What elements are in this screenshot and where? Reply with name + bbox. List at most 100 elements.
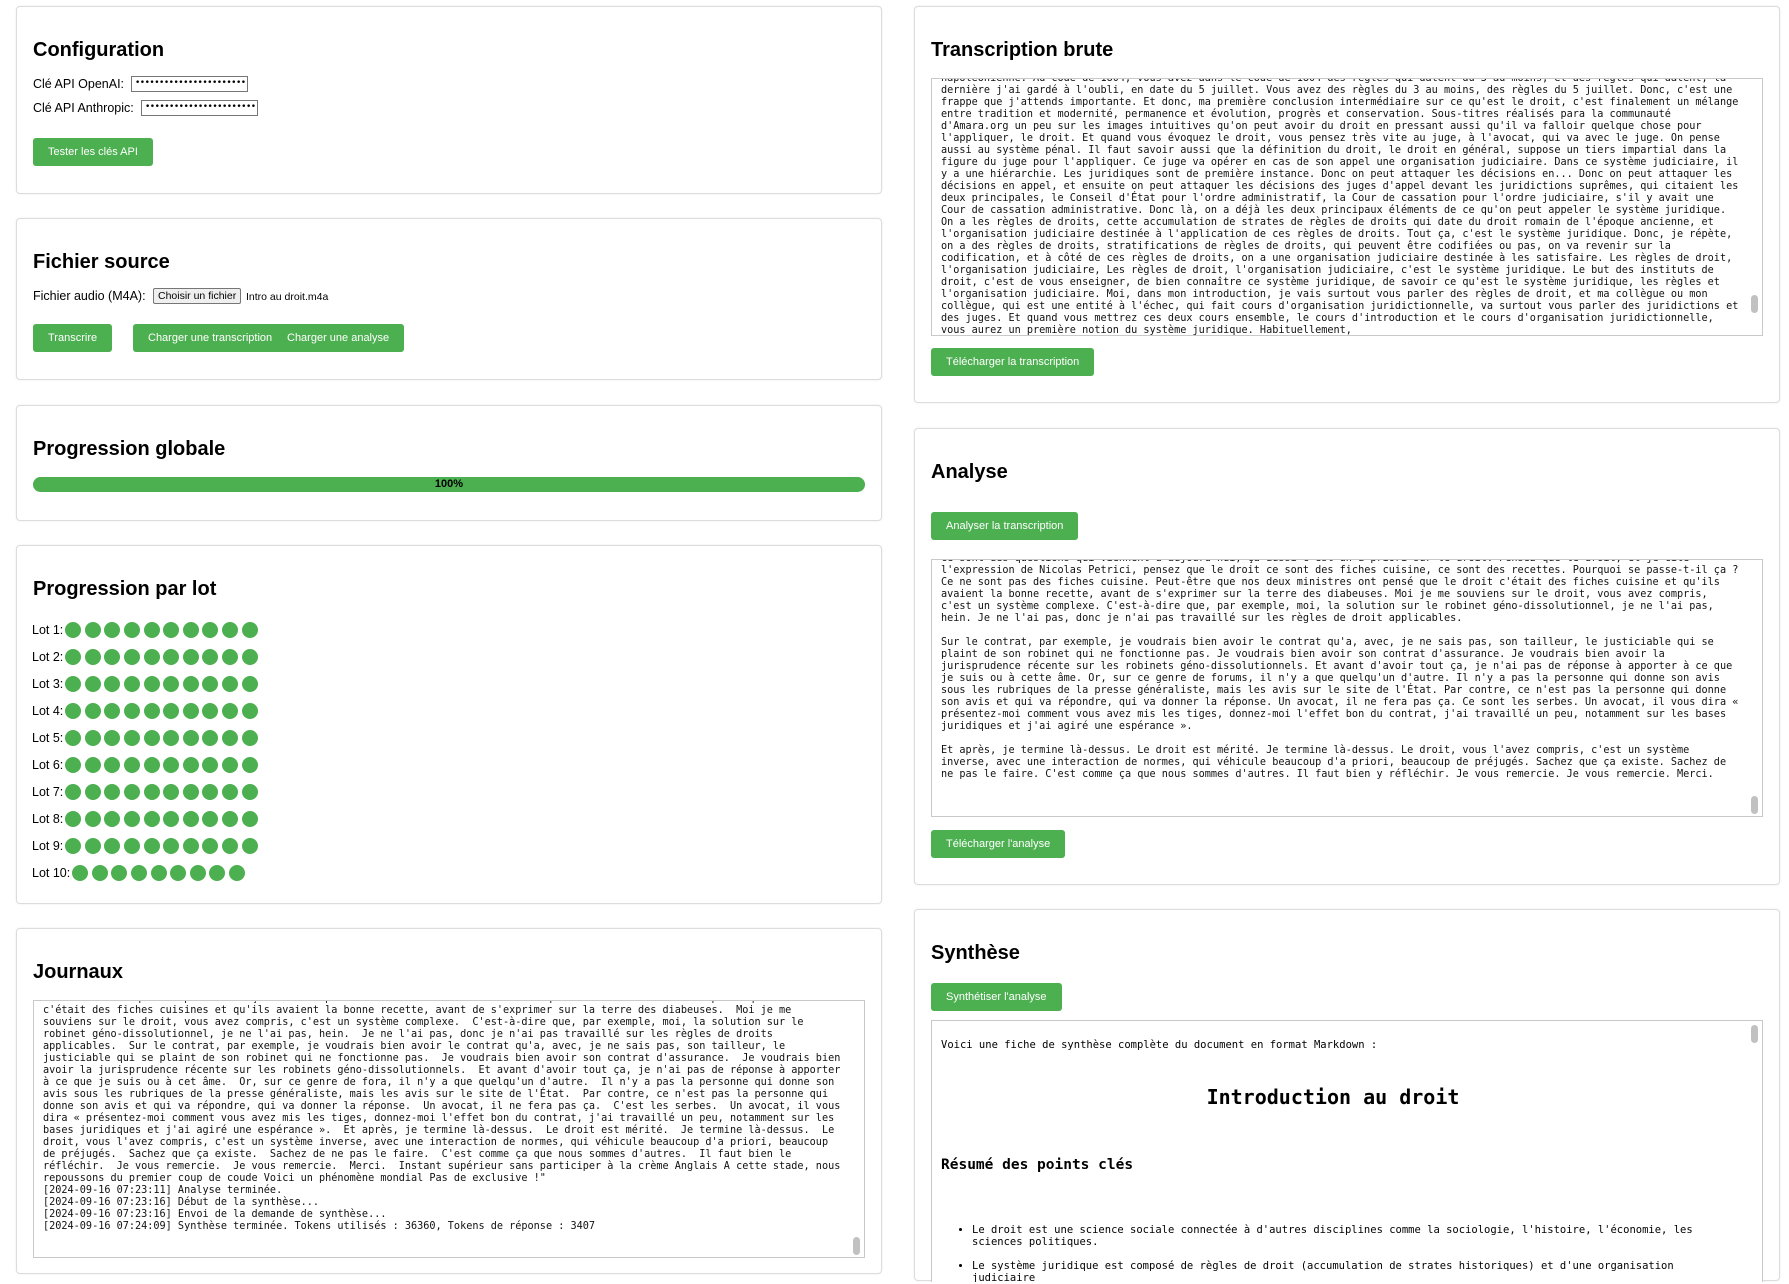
lot-dot (163, 729, 180, 746)
lot-dot (241, 783, 258, 800)
lot-label: Lot 3: (32, 676, 64, 691)
lot-dot (209, 864, 226, 881)
lot-progress-title: Progression par lot (33, 578, 217, 600)
lot-label: Lot 9: (32, 838, 64, 853)
lot-dot (104, 702, 121, 719)
lot-label: Lot 1: (32, 622, 64, 637)
choose-file-button[interactable]: Choisir un fichier (153, 288, 242, 304)
lot-dot (182, 837, 199, 854)
lot-row: Lot 7: (32, 778, 261, 805)
lot-dot (241, 729, 258, 746)
lot-dot (202, 837, 219, 854)
synthesis-subheading: Résumé des points clés (941, 1157, 1134, 1173)
lot-label: Lot 10: (32, 865, 71, 880)
config-panel: Configuration Clé API OpenAI: ••••••••••… (16, 6, 882, 194)
lot-dot (104, 621, 121, 638)
lot-dot (84, 756, 101, 773)
analyze-button[interactable]: Analyser la transcription (931, 512, 1079, 540)
lot-dot (124, 648, 141, 665)
lot-dot (182, 729, 199, 746)
lot-label: Lot 2: (32, 649, 64, 664)
download-transcription-button[interactable]: Télécharger la transcription (931, 348, 1095, 376)
audio-file-label: Fichier audio (M4A): (33, 289, 146, 303)
lot-dot (182, 810, 199, 827)
logs-panel: Journaux recettes. Pourquoi se passe-t-i… (16, 928, 882, 1274)
lot-dot (241, 810, 258, 827)
lot-dot (143, 675, 160, 692)
anthropic-key-input[interactable]: •••••••••••••••••••••••••••••••••• (141, 100, 258, 116)
lot-row: Lot 3: (32, 670, 261, 697)
lot-dot (65, 648, 82, 665)
analysis-text: ce sont des questions qui viennent d'auj… (941, 560, 1739, 780)
lot-dot (143, 621, 160, 638)
lot-dot (111, 864, 128, 881)
lot-dot (222, 729, 239, 746)
transcription-scrollbar[interactable] (1751, 295, 1758, 313)
lot-dot (143, 810, 160, 827)
lot-dot (104, 810, 121, 827)
lot-dot (222, 783, 239, 800)
config-title: Configuration (33, 39, 165, 61)
analysis-textarea[interactable]: ce sont des questions qui viennent d'auj… (931, 559, 1763, 817)
synthesis-intro: Voici une fiche de synthèse complète du … (941, 1039, 1378, 1051)
test-keys-button[interactable]: Tester les clés API (33, 138, 153, 166)
transcription-title: Transcription brute (931, 39, 1114, 61)
lot-dot (143, 783, 160, 800)
lot-dot (104, 783, 121, 800)
lot-dot (182, 756, 199, 773)
lot-dot (222, 837, 239, 854)
lot-dot (163, 621, 180, 638)
lot-dot (202, 675, 219, 692)
lot-dot (104, 648, 121, 665)
lot-dot (124, 756, 141, 773)
lot-dot (202, 783, 219, 800)
lot-dot (143, 729, 160, 746)
download-analysis-button[interactable]: Télécharger l'analyse (931, 830, 1066, 858)
lot-dot (189, 864, 206, 881)
lot-row: Lot 8: (32, 805, 261, 832)
lot-dot (143, 702, 160, 719)
logs-scrollbar[interactable] (853, 1237, 860, 1255)
synthesis-scrollbar[interactable] (1751, 1025, 1758, 1043)
lot-dot (65, 729, 82, 746)
global-progress-bar: 100% (33, 477, 865, 492)
logs-textarea[interactable]: recettes. Pourquoi se passe-t-il ça ? C'… (33, 1000, 865, 1258)
lot-row: Lot 9: (32, 832, 261, 859)
synthesis-bullets: Le droit est une science sociale connect… (956, 1224, 1738, 1282)
transcribe-button[interactable]: Transcrire (33, 324, 113, 352)
lot-dot (84, 729, 101, 746)
synthesis-title: Synthèse (931, 942, 1020, 964)
lot-dot (84, 648, 101, 665)
lot-row: Lot 4: (32, 697, 261, 724)
lot-dot (222, 675, 239, 692)
lot-row: Lot 5: (32, 724, 261, 751)
logs-title: Journaux (33, 961, 124, 983)
lot-dot (202, 648, 219, 665)
transcription-textarea[interactable]: napoléonienne. Au code de 1804, vous ave… (931, 78, 1763, 336)
analysis-scrollbar[interactable] (1751, 796, 1758, 814)
lot-dot (124, 729, 141, 746)
lot-dot (163, 648, 180, 665)
synthesize-button[interactable]: Synthétiser l'analyse (931, 983, 1062, 1011)
global-progress-title: Progression globale (33, 438, 226, 460)
load-analysis-button[interactable]: Charger une analyse (272, 324, 405, 352)
anthropic-key-label: Clé API Anthropic: (33, 101, 134, 115)
transcription-text: napoléonienne. Au code de 1804, vous ave… (941, 78, 1745, 336)
lot-dot (143, 837, 160, 854)
lot-dot (222, 621, 239, 638)
lot-dot (84, 810, 101, 827)
lot-dot (84, 702, 101, 719)
lot-dot (241, 621, 258, 638)
openai-key-input[interactable]: •••••••••••••••••••••••••••••••••• (131, 76, 248, 92)
analysis-title: Analyse (931, 461, 1008, 483)
lot-dot (84, 621, 101, 638)
synthesis-output[interactable]: Voici une fiche de synthèse complète du … (931, 1020, 1763, 1282)
synthesis-heading: Introduction au droit (1206, 1085, 1460, 1109)
lot-dot (170, 864, 187, 881)
lot-dot (131, 864, 148, 881)
lot-label: Lot 4: (32, 703, 64, 718)
lot-dot (241, 837, 258, 854)
lot-dot (65, 675, 82, 692)
lot-dot (182, 648, 199, 665)
load-transcription-button[interactable]: Charger une transcription (133, 324, 288, 352)
